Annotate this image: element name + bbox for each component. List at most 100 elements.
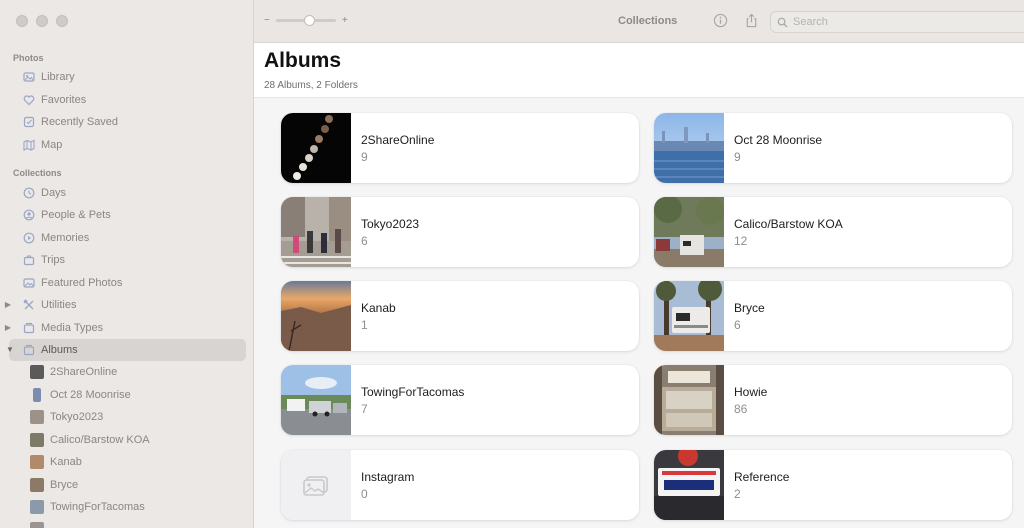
search-placeholder: Search [793, 16, 828, 28]
album-thumbnail [281, 197, 351, 267]
clock-icon [22, 186, 36, 200]
sidebar-album-label: Calico/Barstow KOA [50, 434, 150, 446]
sidebar-item-label: Recently Saved [41, 116, 119, 128]
album-card-howie[interactable]: Howie 86 [654, 365, 1012, 435]
sidebar-album-label: Bryce [50, 479, 79, 491]
sidebar-item-featured-photos[interactable]: Featured Photos [9, 272, 246, 294]
album-name: Calico/Barstow KOA [734, 217, 843, 231]
sidebar-item-map[interactable]: Map [9, 134, 246, 156]
zoom-slider[interactable]: − + [264, 15, 348, 26]
album-thumbnail [30, 365, 44, 379]
album-thumbnail [30, 433, 44, 447]
sidebar-item-recently-saved[interactable]: Recently Saved [9, 111, 246, 133]
sidebar-item-people-pets[interactable]: People & Pets [9, 204, 246, 226]
album-name: Bryce [734, 301, 765, 315]
album-name: TowingForTacomas [361, 385, 465, 399]
sidebar-item-label: Map [41, 139, 63, 151]
sidebar-album-calico-barstow[interactable]: Calico/Barstow KOA [30, 430, 240, 450]
album-thumbnail [281, 450, 351, 520]
sidebar-item-days[interactable]: Days [9, 182, 246, 204]
album-thumbnail [30, 455, 44, 469]
album-name: 2ShareOnline [361, 133, 435, 147]
search-input[interactable]: Search [770, 11, 1024, 33]
sidebar-item-label: People & Pets [41, 209, 111, 221]
album-count: 0 [361, 487, 368, 501]
sidebar-album-label: Kanab [50, 456, 82, 468]
album-card-towingfortacomas[interactable]: TowingForTacomas 7 [281, 365, 639, 435]
heart-icon [22, 93, 36, 107]
zoom-track[interactable] [275, 15, 336, 26]
sidebar-album-label: TowingForTacomas [50, 501, 145, 513]
sidebar-item-label: Memories [41, 232, 90, 244]
photos-window: Photos Library Favorites Recently Saved … [0, 0, 1024, 528]
album-thumbnail [33, 388, 41, 402]
album-card-kanab[interactable]: Kanab 1 [281, 281, 639, 351]
sidebar-item-label: Favorites [41, 94, 87, 106]
album-card-reference[interactable]: Reference 2 [654, 450, 1012, 520]
minimize-window-button[interactable] [36, 15, 48, 27]
sidebar-item-memories[interactable]: Memories [9, 227, 246, 249]
sidebar-item-favorites[interactable]: Favorites [9, 89, 246, 111]
sidebar-item-label: Trips [41, 254, 66, 266]
album-thumbnail [281, 365, 351, 435]
sidebar-album-tokyo2023[interactable]: Tokyo2023 [30, 407, 240, 427]
search-icon [777, 17, 788, 28]
sidebar-album-2shareonline[interactable]: 2ShareOnline [30, 362, 240, 382]
album-icon [22, 343, 36, 357]
zoom-knob[interactable] [303, 15, 315, 26]
album-count: 9 [361, 150, 368, 164]
album-thumbnail [30, 410, 44, 424]
library-icon [22, 70, 36, 84]
album-thumbnail [654, 197, 724, 267]
recently-saved-icon [22, 115, 36, 129]
page-title: Albums [264, 49, 342, 72]
album-card-tokyo2023[interactable]: Tokyo2023 6 [281, 197, 639, 267]
sidebar-album-kanab[interactable]: Kanab [30, 452, 240, 472]
album-thumbnail [30, 478, 44, 492]
zoom-window-button[interactable] [56, 15, 68, 27]
album-thumbnail [654, 450, 724, 520]
chevron-down-icon[interactable]: ▼ [5, 345, 15, 354]
sidebar-item-utilities[interactable]: Utilities [9, 294, 246, 316]
album-name: Instagram [361, 470, 415, 484]
album-thumbnail [654, 365, 724, 435]
sidebar: Photos Library Favorites Recently Saved … [0, 0, 254, 528]
albums-summary: 28 Albums, 2 Folders [264, 80, 358, 91]
album-count: 6 [361, 234, 368, 248]
sidebar-item-media-types[interactable]: Media Types [9, 317, 246, 339]
album-name: Oct 28 Moonrise [734, 133, 823, 147]
close-window-button[interactable] [16, 15, 28, 27]
sidebar-album-partial[interactable] [30, 519, 240, 528]
sidebar-item-albums[interactable]: Albums [9, 339, 246, 361]
album-card-instagram[interactable]: Instagram 0 [281, 450, 639, 520]
utilities-icon [22, 298, 36, 312]
zoom-out-label: − [264, 15, 270, 26]
album-thumbnail [30, 522, 44, 528]
share-icon[interactable] [743, 12, 759, 28]
album-thumbnail [654, 281, 724, 351]
sidebar-item-library[interactable]: Library [9, 66, 246, 88]
album-card-2shareonline[interactable]: 2ShareOnline 9 [281, 113, 639, 183]
sidebar-album-towingfortacomas[interactable]: TowingForTacomas [30, 497, 240, 517]
sidebar-item-trips[interactable]: Trips [9, 249, 246, 271]
sidebar-item-label: Days [41, 187, 67, 199]
sidebar-album-oct-28-moonrise[interactable]: Oct 28 Moonrise [30, 385, 240, 405]
album-card-bryce[interactable]: Bryce 6 [654, 281, 1012, 351]
album-name: Tokyo2023 [361, 217, 420, 231]
suitcase-icon [22, 253, 36, 267]
toolbar: − + Collections Search [254, 0, 1024, 43]
info-icon[interactable] [712, 12, 728, 28]
sidebar-item-label: Utilities [41, 299, 77, 311]
sidebar-album-label: Oct 28 Moonrise [50, 389, 131, 401]
album-card-calico-barstow[interactable]: Calico/Barstow KOA 12 [654, 197, 1012, 267]
sidebar-section-collections: Collections [13, 168, 62, 178]
media-types-icon [22, 321, 36, 335]
sidebar-album-bryce[interactable]: Bryce [30, 475, 240, 495]
sidebar-album-label: Tokyo2023 [50, 411, 104, 423]
photo-icon [22, 276, 36, 290]
albums-view: Albums 28 Albums, 2 Folders 2ShareOnline… [254, 43, 1024, 528]
album-card-oct-28-moonrise[interactable]: Oct 28 Moonrise 9 [654, 113, 1012, 183]
album-name: Kanab [361, 301, 396, 315]
map-icon [22, 138, 36, 152]
album-thumbnail [281, 281, 351, 351]
